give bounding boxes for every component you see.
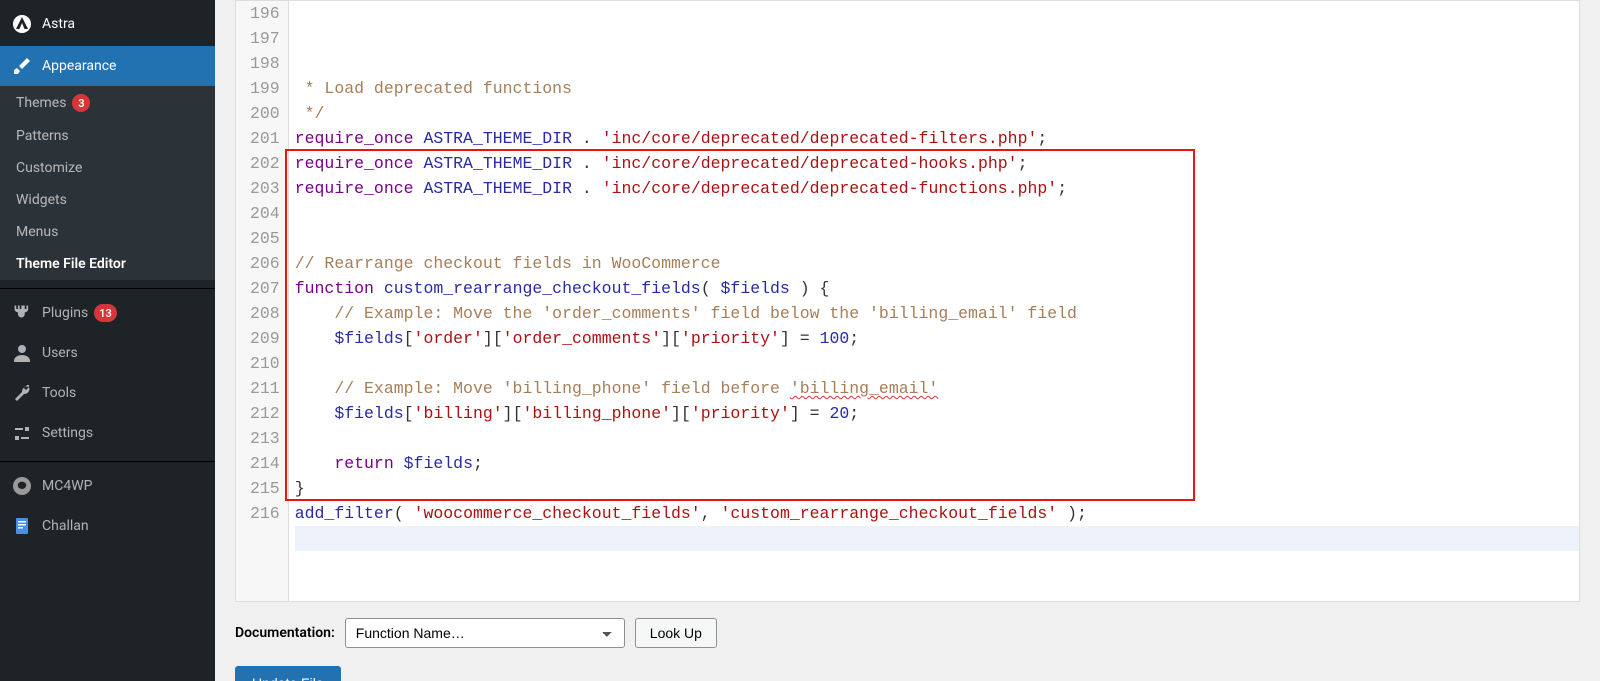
plugin-icon [12,303,32,323]
sidebar-item-label: Settings [42,425,93,441]
sidebar-item-users[interactable]: Users [0,333,215,373]
sidebar-item-label: MC4WP [42,478,92,494]
submenu-item-patterns[interactable]: Patterns [0,120,215,152]
user-icon [12,343,32,363]
sidebar-item-astra[interactable]: Astra [0,0,215,46]
sidebar-item-plugins[interactable]: Plugins 13 [0,293,215,333]
code-editor-wrap: 1961971981992002012022032042052062072082… [235,0,1580,602]
sidebar-item-label: Appearance [42,58,116,74]
sidebar-item-label: Plugins [42,305,88,321]
sidebar-item-label: Challan [42,518,89,534]
sidebar-item-label: Users [42,345,78,361]
submenu-label: Customize [16,160,82,176]
submenu-item-theme-file-editor[interactable]: Theme File Editor [0,248,215,280]
sidebar-separator [0,457,215,462]
sidebar-item-challan[interactable]: Challan [0,506,215,546]
submenu-label: Patterns [16,128,69,144]
update-file-button[interactable]: Update File [235,666,341,681]
code-content[interactable]: * Load deprecated functions */require_on… [289,1,1579,601]
mailchimp-icon [12,476,32,496]
lookup-button[interactable]: Look Up [635,618,717,648]
sidebar-item-label: Astra [42,16,75,32]
documentation-label: Documentation: [235,625,335,641]
code-editor[interactable]: 1961971981992002012022032042052062072082… [236,1,1579,601]
update-badge: 13 [94,304,117,322]
documentation-row: Documentation: Function Name… Look Up [235,618,1580,648]
appearance-submenu: Themes 3 Patterns Customize Widgets Menu… [0,86,215,280]
sliders-icon [12,423,32,443]
sidebar-separator [0,284,215,289]
brush-icon [12,56,32,76]
submenu-label: Widgets [16,192,67,208]
submenu-label: Menus [16,224,58,240]
sidebar-item-appearance[interactable]: Appearance [0,46,215,86]
invoice-icon [12,516,32,536]
submenu-item-themes[interactable]: Themes 3 [0,86,215,120]
submenu-item-customize[interactable]: Customize [0,152,215,184]
astra-icon [12,14,32,34]
line-number-gutter: 1961971981992002012022032042052062072082… [236,1,289,601]
submenu-item-menus[interactable]: Menus [0,216,215,248]
update-badge: 3 [72,94,90,112]
sidebar-item-settings[interactable]: Settings [0,413,215,453]
submenu-item-widgets[interactable]: Widgets [0,184,215,216]
submenu-label: Theme File Editor [16,256,126,272]
sidebar-item-tools[interactable]: Tools [0,373,215,413]
wrench-icon [12,383,32,403]
function-name-select[interactable]: Function Name… [345,618,625,648]
admin-sidebar: Astra Appearance Themes 3 Patterns Custo… [0,0,215,681]
sidebar-item-label: Tools [42,385,76,401]
main-content: 1961971981992002012022032042052062072082… [215,0,1600,681]
submenu-label: Themes [16,95,66,111]
sidebar-item-mc4wp[interactable]: MC4WP [0,466,215,506]
